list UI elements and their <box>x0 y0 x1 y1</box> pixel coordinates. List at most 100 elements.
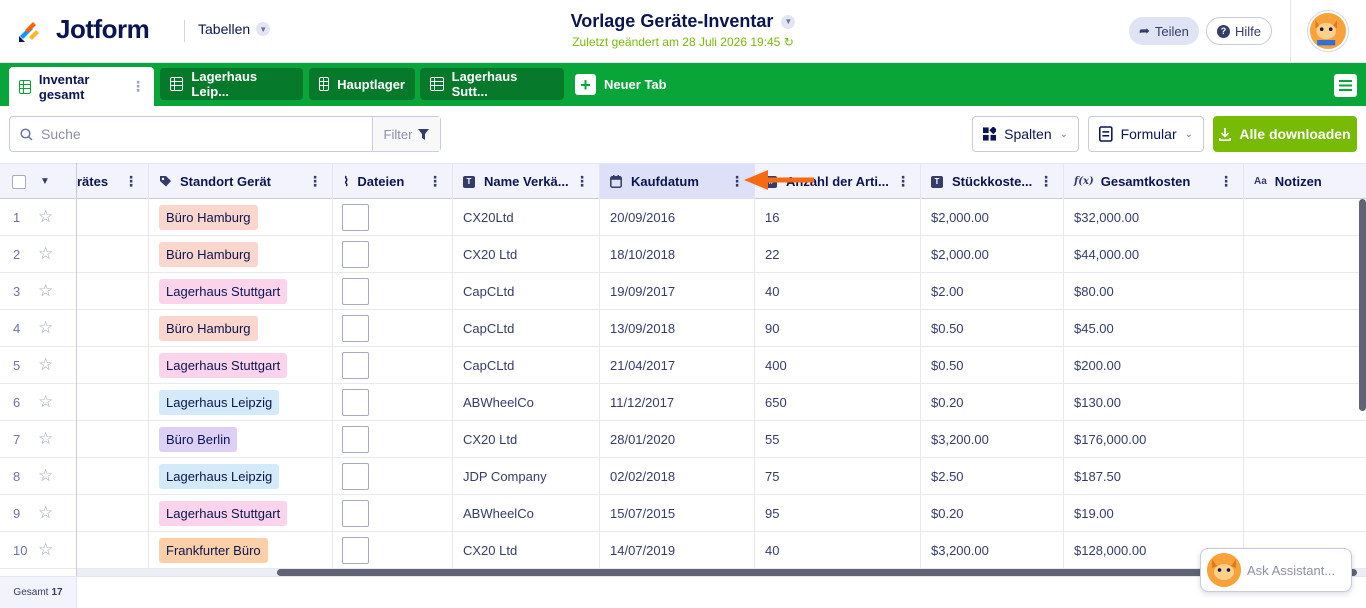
cell-stueckkosten[interactable]: $0.50 <box>921 310 1064 346</box>
cell-kaufdatum[interactable]: 13/09/2018 <box>600 310 755 346</box>
cell-name-verkaeufer[interactable]: CapCLtd <box>453 310 600 346</box>
table-row[interactable]: 6 ☆ Lagerhaus Leipzig ABWheelCo 11/12/2017 65… <box>0 384 1366 421</box>
cell-dateien[interactable] <box>333 384 453 420</box>
cell-anzahl[interactable]: 90 <box>755 310 921 346</box>
column-menu-icon[interactable]: ⋮ <box>1219 174 1233 188</box>
file-thumbnail-icon[interactable] <box>342 203 369 231</box>
horizontal-scrollbar-track[interactable] <box>77 569 1366 576</box>
file-thumbnail-icon[interactable] <box>342 240 369 268</box>
cell-notizen[interactable] <box>1244 310 1366 346</box>
cell-notizen[interactable] <box>1244 421 1366 457</box>
column-menu-icon[interactable]: ⋮ <box>1039 174 1053 188</box>
cell-stueckkosten[interactable]: $2.50 <box>921 458 1064 494</box>
cell-geraet-name[interactable] <box>77 532 149 568</box>
column-menu-icon[interactable]: ⋮ <box>575 174 589 188</box>
cell-stueckkosten[interactable]: $2.00 <box>921 273 1064 309</box>
file-thumbnail-icon[interactable] <box>342 351 369 379</box>
cell-gesamtkosten[interactable]: $45.00 <box>1064 310 1244 346</box>
cell-gesamtkosten[interactable]: $200.00 <box>1064 347 1244 383</box>
cell-kaufdatum[interactable]: 02/02/2018 <box>600 458 755 494</box>
cell-dateien[interactable] <box>333 421 453 457</box>
cell-dateien[interactable] <box>333 310 453 346</box>
column-menu-icon[interactable]: ⋮ <box>124 174 138 188</box>
cell-name-verkaeufer[interactable]: CX20 Ltd <box>453 236 600 272</box>
cell-name-verkaeufer[interactable]: CX20Ltd <box>453 199 600 235</box>
file-thumbnail-icon[interactable] <box>342 314 369 342</box>
vertical-scrollbar[interactable] <box>1359 199 1366 411</box>
cell-kaufdatum[interactable]: 15/07/2015 <box>600 495 755 531</box>
table-row[interactable]: 9 ☆ Lagerhaus Stuttgart ABWheelCo 15/07/2015… <box>0 495 1366 532</box>
cell-notizen[interactable] <box>1244 458 1366 494</box>
cell-geraet-name[interactable] <box>77 421 149 457</box>
cell-name-verkaeufer[interactable]: ABWheelCo <box>453 384 600 420</box>
cell-kaufdatum[interactable]: 18/10/2018 <box>600 236 755 272</box>
cell-standort[interactable]: Frankfurter Büro <box>149 532 333 568</box>
table-row[interactable]: 3 ☆ Lagerhaus Stuttgart CapCLtd 19/09/2017 40… <box>0 273 1366 310</box>
search-input[interactable] <box>41 126 341 142</box>
hamburger-menu-button[interactable] <box>1334 74 1357 97</box>
columns-button[interactable]: Spalten ⌄ <box>972 116 1079 152</box>
file-thumbnail-icon[interactable] <box>342 462 369 490</box>
tables-dropdown[interactable]: Tabellen ▼ <box>198 21 271 37</box>
tab-inventar-gesamt[interactable]: Inventar gesamt ⋮ <box>9 67 154 106</box>
cell-stueckkosten[interactable]: $2,000.00 <box>921 199 1064 235</box>
cell-name-verkaeufer[interactable]: JDP Company <box>453 458 600 494</box>
cell-notizen[interactable] <box>1244 347 1366 383</box>
file-thumbnail-icon[interactable] <box>342 425 369 453</box>
table-row[interactable]: 5 ☆ Lagerhaus Stuttgart CapCLtd 21/04/2017 40… <box>0 347 1366 384</box>
cell-stueckkosten[interactable]: $0.50 <box>921 347 1064 383</box>
cell-standort[interactable]: Lagerhaus Stuttgart <box>149 273 333 309</box>
table-row[interactable]: 2 ☆ Büro Hamburg CX20 Ltd 18/10/2018 22 $2,000… <box>0 236 1366 273</box>
cell-standort[interactable]: Lagerhaus Stuttgart <box>149 495 333 531</box>
file-thumbnail-icon[interactable] <box>342 536 369 564</box>
cell-standort[interactable]: Büro Hamburg <box>149 310 333 346</box>
column-menu-icon[interactable]: ⋮ <box>428 174 442 188</box>
cell-notizen[interactable] <box>1244 495 1366 531</box>
cell-geraet-name[interactable] <box>77 495 149 531</box>
ask-assistant-button[interactable]: Ask Assistant... <box>1200 548 1352 592</box>
table-row[interactable]: 1 ☆ Büro Hamburg CX20Ltd 20/09/2016 16 $2,000.… <box>0 199 1366 236</box>
cell-anzahl[interactable]: 75 <box>755 458 921 494</box>
cell-gesamtkosten[interactable]: $32,000.00 <box>1064 199 1244 235</box>
cell-stueckkosten[interactable]: $0.20 <box>921 495 1064 531</box>
column-menu-icon[interactable]: ⋮ <box>308 174 322 188</box>
cell-anzahl[interactable]: 16 <box>755 199 921 235</box>
cell-name-verkaeufer[interactable]: CX20 Ltd <box>453 421 600 457</box>
column-header-name-verkaeufer[interactable]: T Name Verkä... ⋮ <box>453 164 600 199</box>
cell-gesamtkosten[interactable]: $19.00 <box>1064 495 1244 531</box>
column-header-notizen[interactable]: Aa Notizen <box>1244 164 1366 199</box>
cell-anzahl[interactable]: 95 <box>755 495 921 531</box>
cell-kaufdatum[interactable]: 19/09/2017 <box>600 273 755 309</box>
help-button[interactable]: ? Hilfe <box>1206 17 1273 45</box>
document-title[interactable]: Vorlage Geräte-Inventar ▼ <box>571 11 796 32</box>
cell-stueckkosten[interactable]: $3,200.00 <box>921 532 1064 568</box>
cell-name-verkaeufer[interactable]: ABWheelCo <box>453 495 600 531</box>
cell-anzahl[interactable]: 40 <box>755 532 921 568</box>
file-thumbnail-icon[interactable] <box>342 499 369 527</box>
filter-button[interactable]: Filter <box>373 117 440 151</box>
cell-kaufdatum[interactable]: 28/01/2020 <box>600 421 755 457</box>
cell-standort[interactable]: Büro Hamburg <box>149 236 333 272</box>
cell-stueckkosten[interactable]: $2,000.00 <box>921 236 1064 272</box>
cell-dateien[interactable] <box>333 532 453 568</box>
tab-lagerhaus-stuttgart[interactable]: Lagerhaus Sutt... <box>420 68 564 100</box>
cell-geraet-name[interactable] <box>77 310 149 346</box>
cell-standort[interactable]: Lagerhaus Leipzig <box>149 384 333 420</box>
cell-kaufdatum[interactable]: 20/09/2016 <box>600 199 755 235</box>
file-thumbnail-icon[interactable] <box>342 277 369 305</box>
cell-standort[interactable]: Lagerhaus Leipzig <box>149 458 333 494</box>
table-row[interactable]: 7 ☆ Büro Berlin CX20 Ltd 28/01/2020 55 $3,200.… <box>0 421 1366 458</box>
cell-stueckkosten[interactable]: $3,200.00 <box>921 421 1064 457</box>
cell-notizen[interactable] <box>1244 236 1366 272</box>
file-thumbnail-icon[interactable] <box>342 388 369 416</box>
cell-name-verkaeufer[interactable]: CapCLtd <box>453 273 600 309</box>
table-row[interactable]: 4 ☆ Büro Hamburg CapCLtd 13/09/2018 90 $0.50 $4… <box>0 310 1366 347</box>
jotform-logo[interactable]: Jotform <box>16 14 150 45</box>
column-header-gesamtkosten[interactable]: f(x) Gesamtkosten ⋮ <box>1064 164 1244 199</box>
cell-geraet-name[interactable] <box>77 458 149 494</box>
cell-gesamtkosten[interactable]: $187.50 <box>1064 458 1244 494</box>
cell-notizen[interactable] <box>1244 199 1366 235</box>
cell-dateien[interactable] <box>333 495 453 531</box>
cell-standort[interactable]: Büro Berlin <box>149 421 333 457</box>
column-header-geraet-name[interactable]: rätes ⋮ <box>77 164 149 199</box>
